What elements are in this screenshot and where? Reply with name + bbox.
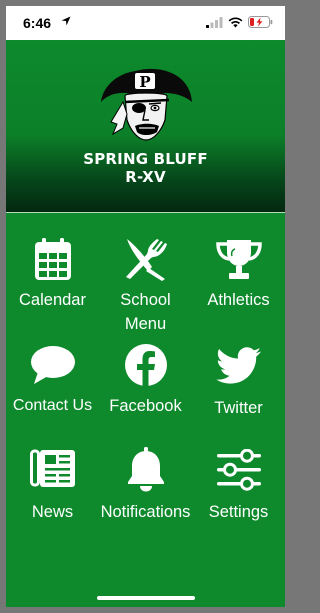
- settings-label: Settings: [208, 503, 269, 521]
- fork-knife-icon: [125, 239, 167, 281]
- notifications-label: Notifications: [100, 503, 191, 521]
- logo-letter: P: [139, 73, 150, 91]
- location-arrow-icon: [61, 16, 71, 26]
- news-button[interactable]: News: [6, 449, 99, 523]
- contact-us-button[interactable]: Contact Us: [6, 345, 99, 417]
- school-name-line1: SPRING BLUFF: [83, 150, 208, 168]
- school-name: SPRING BLUFF R-XV: [6, 150, 285, 186]
- pirate-mascot-logo: P: [101, 68, 192, 141]
- home-indicator[interactable]: [97, 596, 195, 600]
- school-header: P SPRING BLUFF R-XV: [6, 40, 285, 212]
- facebook-icon: [124, 344, 167, 387]
- calendar-button[interactable]: Calendar: [6, 237, 99, 311]
- athletics-button[interactable]: Athletics: [192, 237, 285, 311]
- calendar-icon: [34, 238, 71, 280]
- cellular-signal-icon: [206, 16, 223, 28]
- school-menu-label-line2: Menu: [124, 315, 167, 333]
- settings-button[interactable]: Settings: [192, 449, 285, 523]
- twitter-bird-icon: [215, 347, 261, 384]
- school-menu-label-line1: School: [120, 291, 171, 309]
- sliders-icon: [216, 449, 261, 491]
- menu-grid: Calendar School Menu Athletics Contact U…: [6, 213, 285, 607]
- school-menu-button[interactable]: School Menu: [99, 237, 192, 335]
- news-label: News: [31, 503, 74, 521]
- athletics-label: Athletics: [207, 291, 270, 309]
- newspaper-icon: [29, 449, 75, 487]
- calendar-label: Calendar: [19, 291, 86, 309]
- battery-low-icon: [248, 16, 273, 28]
- status-time: 6:46: [23, 15, 52, 31]
- speech-bubble-icon: [30, 346, 75, 384]
- twitter-button[interactable]: Twitter: [192, 347, 285, 419]
- phone-screen: 6:46 P SPRING BLUFF R-XV Calendar School…: [6, 6, 285, 607]
- bell-icon: [127, 447, 164, 492]
- trophy-icon: [215, 240, 262, 279]
- facebook-label: Facebook: [109, 397, 182, 415]
- notifications-button[interactable]: Notifications: [99, 446, 192, 523]
- status-bar: 6:46: [6, 6, 285, 39]
- facebook-button[interactable]: Facebook: [99, 343, 192, 417]
- twitter-label: Twitter: [214, 399, 263, 417]
- school-name-line2: R-XV: [125, 168, 166, 186]
- status-indicators: [206, 16, 273, 28]
- wifi-icon: [228, 16, 243, 27]
- contact-us-label: Contact Us: [12, 397, 93, 414]
